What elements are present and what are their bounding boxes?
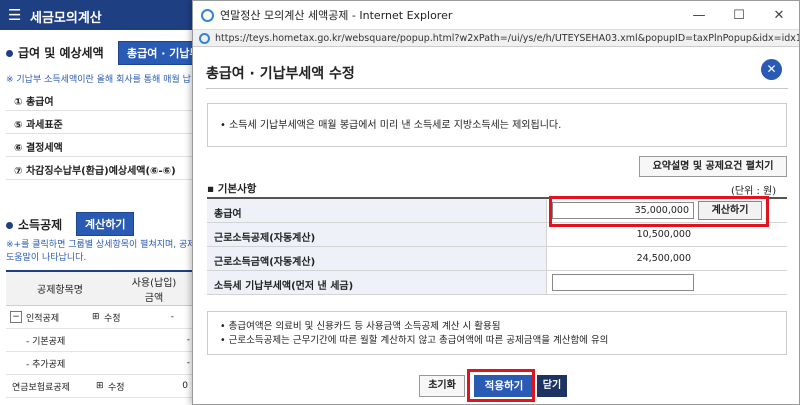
note-line: • 근로소득공제는 근무기간에 따른 월할 계산하지 않고 총급여액에 따른 공… (220, 335, 609, 346)
explain-toggle-button[interactable]: 요약설명 및 공제요건 펼치기 (639, 156, 787, 177)
dialog-close-icon[interactable]: ✕ (761, 59, 782, 80)
bullet-icon: • (220, 120, 230, 131)
field-value: 10,500,000 (636, 229, 691, 240)
collapse-icon[interactable]: − (10, 311, 22, 323)
deduction-note-1: ※+를 클릭하면 그룹별 상세항목이 펼쳐지며, 공제 (6, 240, 194, 250)
form-row-prepaid-tax: 소득세 기납부세액(먼저 낸 세금) (207, 271, 787, 295)
table-row: − 인적공제 ⊞ 수정 - (6, 306, 194, 329)
window-close-icon[interactable]: ✕ (759, 8, 799, 23)
field-label: 총급여 (207, 199, 547, 222)
ie-icon (199, 32, 210, 44)
summary-row: ⑦ 차감징수납부(환급)예상세액(⑥-⑥) (6, 157, 194, 180)
field-value: 24,500,000 (636, 253, 691, 264)
deduction-table: 공제항목명 사용(납입) 금액 − 인적공제 ⊞ 수정 - - 기본공제 - -… (6, 270, 194, 398)
maximize-icon[interactable]: ☐ (719, 8, 759, 23)
section-deduction-title: 소득공제 (6, 216, 62, 233)
bullet-icon (6, 222, 13, 229)
summary-list: ① 총급여 ⑤ 과세표준 ⑥ 결정세액 ⑦ 차감징수납부(환급)예상세액(⑥-⑥… (6, 88, 194, 180)
window-titlebar: 연말정산 모의계산 세액공제 - Internet Explorer — ☐ ✕ (193, 1, 799, 29)
reset-button[interactable]: 초기화 (419, 375, 465, 397)
app-title: 세금모의계산 (30, 11, 102, 26)
field-label: 근로소득공제(자동계산) (207, 223, 547, 246)
note-line: • 총급여액은 의료비 및 신용카드 등 사용금액 소득공제 계산 시 활용됨 (220, 321, 501, 332)
divider (206, 88, 788, 89)
minimize-icon[interactable]: — (679, 8, 719, 23)
column-header-amount: 사용(납입) 금액 (131, 277, 177, 304)
table-row: 연금보험료공제 ⊞ 수정 0 (6, 375, 194, 398)
highlight-apply-box (467, 369, 535, 402)
close-button[interactable]: 닫기 (537, 375, 567, 397)
deduction-calc-button[interactable]: 계산하기 (76, 212, 135, 236)
salary-edit-button[interactable]: 총급여 · 기납부 (118, 41, 194, 65)
unit-label: (단위 : 원) (731, 186, 777, 197)
field-label: 소득세 기납부세액(먼저 낸 세금) (207, 271, 547, 294)
salary-note: ※ 기납부 소득세액이란 올해 회사를 통해 매월 납 (6, 75, 191, 85)
field-label: 근로소득금액(자동계산) (207, 247, 547, 270)
edit-link[interactable]: 수정 (108, 380, 138, 393)
dialog-title: 총급여 · 기납부세액 수정 (206, 66, 355, 82)
summary-row: ⑤ 과세표준 (6, 111, 194, 134)
prepaid-tax-input[interactable] (552, 274, 694, 291)
bullet-icon (6, 50, 13, 57)
form-row-earned-income-amount: 근로소득금액(자동계산) 24,500,000 (207, 247, 787, 271)
expand-icon[interactable]: ⊞ (96, 381, 108, 391)
ie-icon (201, 8, 214, 22)
table-header: 공제항목명 사용(납입) 금액 (6, 272, 194, 306)
edit-link[interactable]: 수정 (104, 311, 134, 324)
table-row: - 추가공제 - (6, 352, 194, 375)
summary-row: ⑥ 결정세액 (6, 134, 194, 157)
address-bar[interactable]: https://teys.hometax.go.kr/websquare/pop… (193, 29, 799, 47)
column-header-name: 공제항목명 (37, 285, 83, 296)
highlight-salary-box (549, 196, 769, 227)
menu-icon[interactable]: ☰ (8, 6, 21, 24)
window-title: 연말정산 모의계산 세액공제 - Internet Explorer (220, 9, 453, 22)
url-text: https://teys.hometax.go.kr/websquare/pop… (215, 32, 799, 44)
expand-icon[interactable]: ⊞ (92, 312, 104, 322)
info-box: • 소득세 기납부세액은 매월 봉급에서 미리 낸 소득세로 지방소득세는 제외… (207, 103, 787, 147)
notes-box: • 총급여액은 의료비 및 신용카드 등 사용금액 소득공제 계산 시 활용됨 … (207, 311, 787, 355)
deduction-note-2: 도움말이 나타납니다. (6, 253, 87, 263)
info-text: 소득세 기납부세액은 매월 봉급에서 미리 낸 소득세로 지방소득세는 제외됩니… (229, 120, 562, 131)
section-salary-title: 급여 및 예상세액 (6, 44, 104, 61)
section-label: ▪ 기본사항 (207, 183, 257, 195)
summary-row: ① 총급여 (6, 88, 194, 111)
table-row: - 기본공제 - (6, 329, 194, 352)
